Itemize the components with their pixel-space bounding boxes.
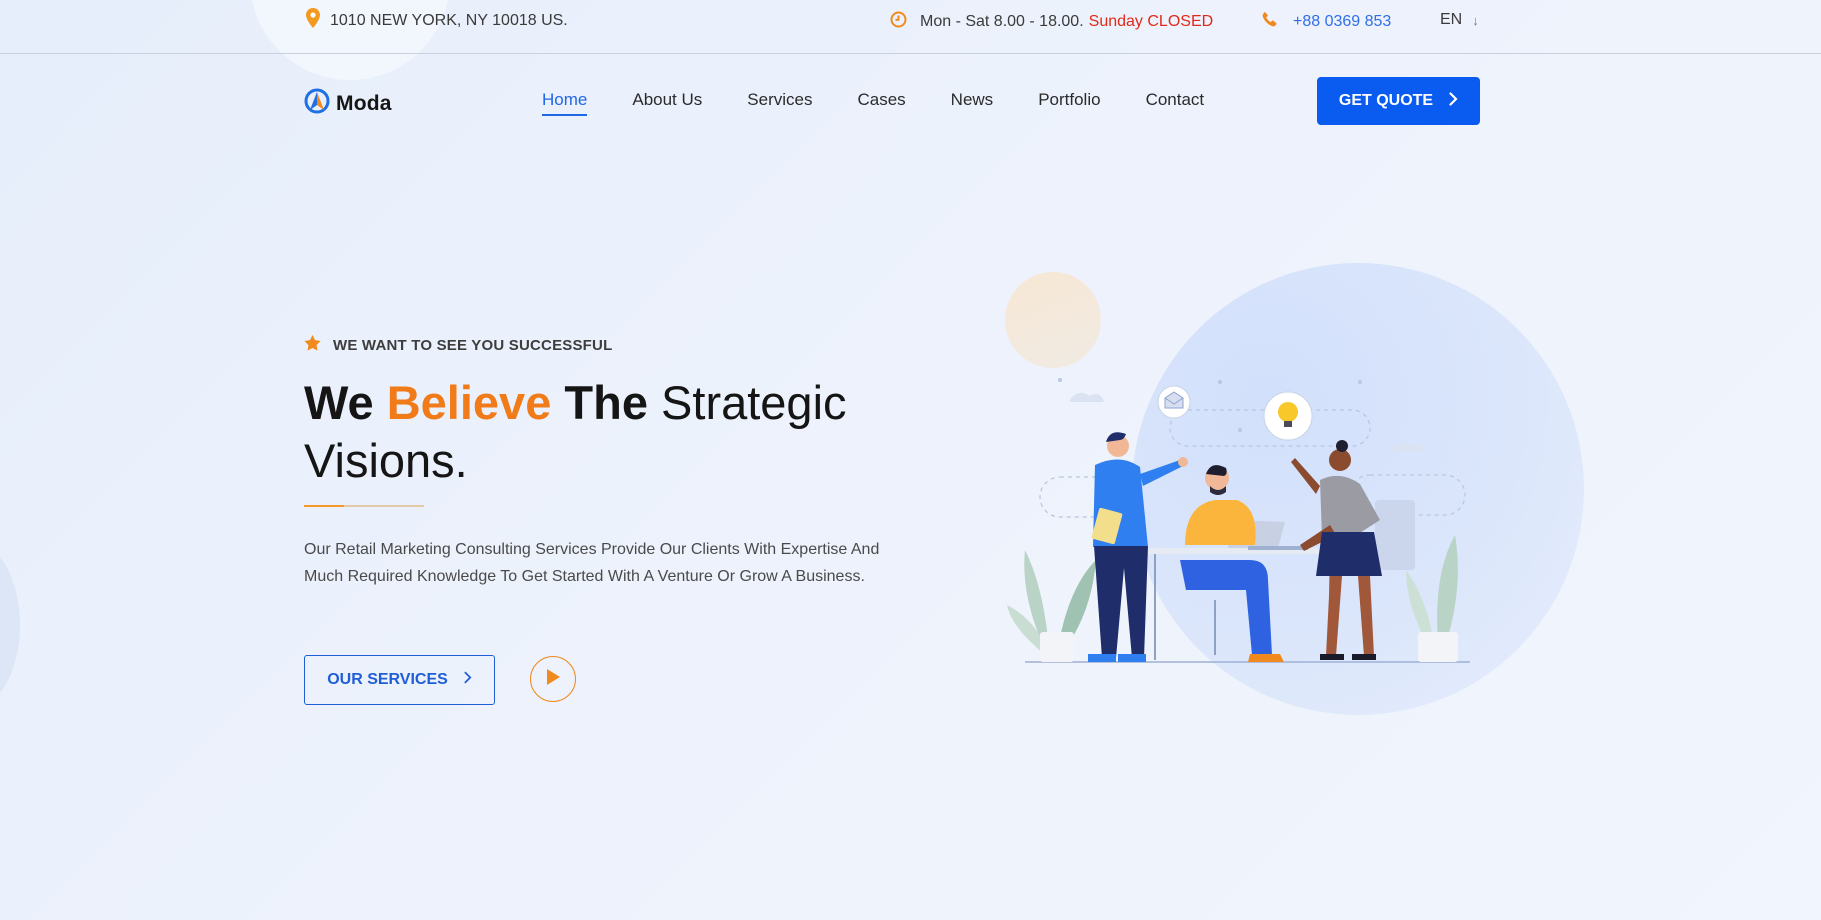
play-icon: [545, 668, 561, 691]
star-icon: [304, 335, 321, 355]
language-selector[interactable]: EN ↓: [1440, 11, 1479, 29]
standing-woman: [1291, 440, 1382, 660]
logo-icon: [304, 88, 330, 119]
get-quote-button[interactable]: GET QUOTE: [1317, 77, 1480, 125]
nav-item-services[interactable]: Services: [747, 88, 812, 112]
phone-number[interactable]: +88 0369 853: [1293, 13, 1391, 31]
phone-info[interactable]: +88 0369 853: [1262, 11, 1391, 32]
seated-man: [1180, 465, 1284, 662]
hours-info: Mon - Sat 8.00 - 18.00. Sunday CLOSED: [890, 11, 1213, 33]
headline-accent-word: Believe: [386, 376, 552, 429]
illustration-peach-circle: [1005, 272, 1101, 368]
clock-icon: [890, 11, 907, 33]
phone-icon: [1262, 11, 1278, 32]
hero-tagline: WE WANT TO SEE YOU SUCCESSFUL: [304, 335, 612, 355]
address-info: 1010 NEW YORK, NY 10018 US.: [306, 8, 568, 33]
headline-word: The: [564, 376, 648, 429]
chevron-right-icon: [1449, 91, 1458, 111]
map-pin-icon: [306, 8, 320, 33]
lightbulb-bubble: [1263, 391, 1313, 441]
our-services-button[interactable]: OUR SERVICES: [304, 655, 495, 705]
address-text: 1010 NEW YORK, NY 10018 US.: [330, 11, 568, 29]
get-quote-label: GET QUOTE: [1338, 92, 1434, 109]
nav-item-portfolio[interactable]: Portfolio: [1038, 88, 1100, 112]
nav-item-news[interactable]: News: [951, 88, 994, 112]
our-services-label: OUR SERVICES: [327, 671, 448, 688]
play-video-button[interactable]: [530, 656, 576, 702]
top-info-bar: 1010 NEW YORK, NY 10018 US. Mon - Sat 8.…: [0, 0, 1821, 54]
hero-description: Our Retail Marketing Consulting Services…: [304, 541, 880, 585]
nav-item-contact[interactable]: Contact: [1146, 88, 1205, 112]
hero-headline: We Believe The Strategic Visions.: [304, 374, 944, 490]
team-meeting-illustration: [1007, 378, 1470, 663]
brand-logo[interactable]: Moda: [304, 88, 392, 119]
language-label[interactable]: EN: [1440, 11, 1462, 29]
background-circle: [0, 540, 20, 710]
headline-word: We: [304, 376, 374, 429]
closed-text: Sunday CLOSED: [1088, 13, 1214, 30]
main-navigation: Home About Us Services Cases News Portfo…: [542, 88, 1249, 116]
tagline-text: WE WANT TO SEE YOU SUCCESSFUL: [333, 336, 613, 354]
plant: [1007, 550, 1096, 662]
headline-divider: [304, 505, 424, 507]
hours-text: Mon - Sat 8.00 - 18.00.: [920, 13, 1084, 30]
envelope-bubble: [1157, 385, 1191, 419]
headline-word: Strategic: [661, 376, 847, 429]
arrow-down-icon: ↓: [1472, 12, 1479, 28]
chevron-right-icon: [464, 671, 472, 689]
logo-text[interactable]: Moda: [336, 92, 392, 116]
nav-item-cases[interactable]: Cases: [857, 88, 905, 112]
nav-item-home[interactable]: Home: [542, 88, 588, 116]
headline-word: Visions.: [304, 434, 468, 487]
nav-item-about-us[interactable]: About Us: [632, 88, 702, 112]
standing-man: [1088, 432, 1188, 662]
